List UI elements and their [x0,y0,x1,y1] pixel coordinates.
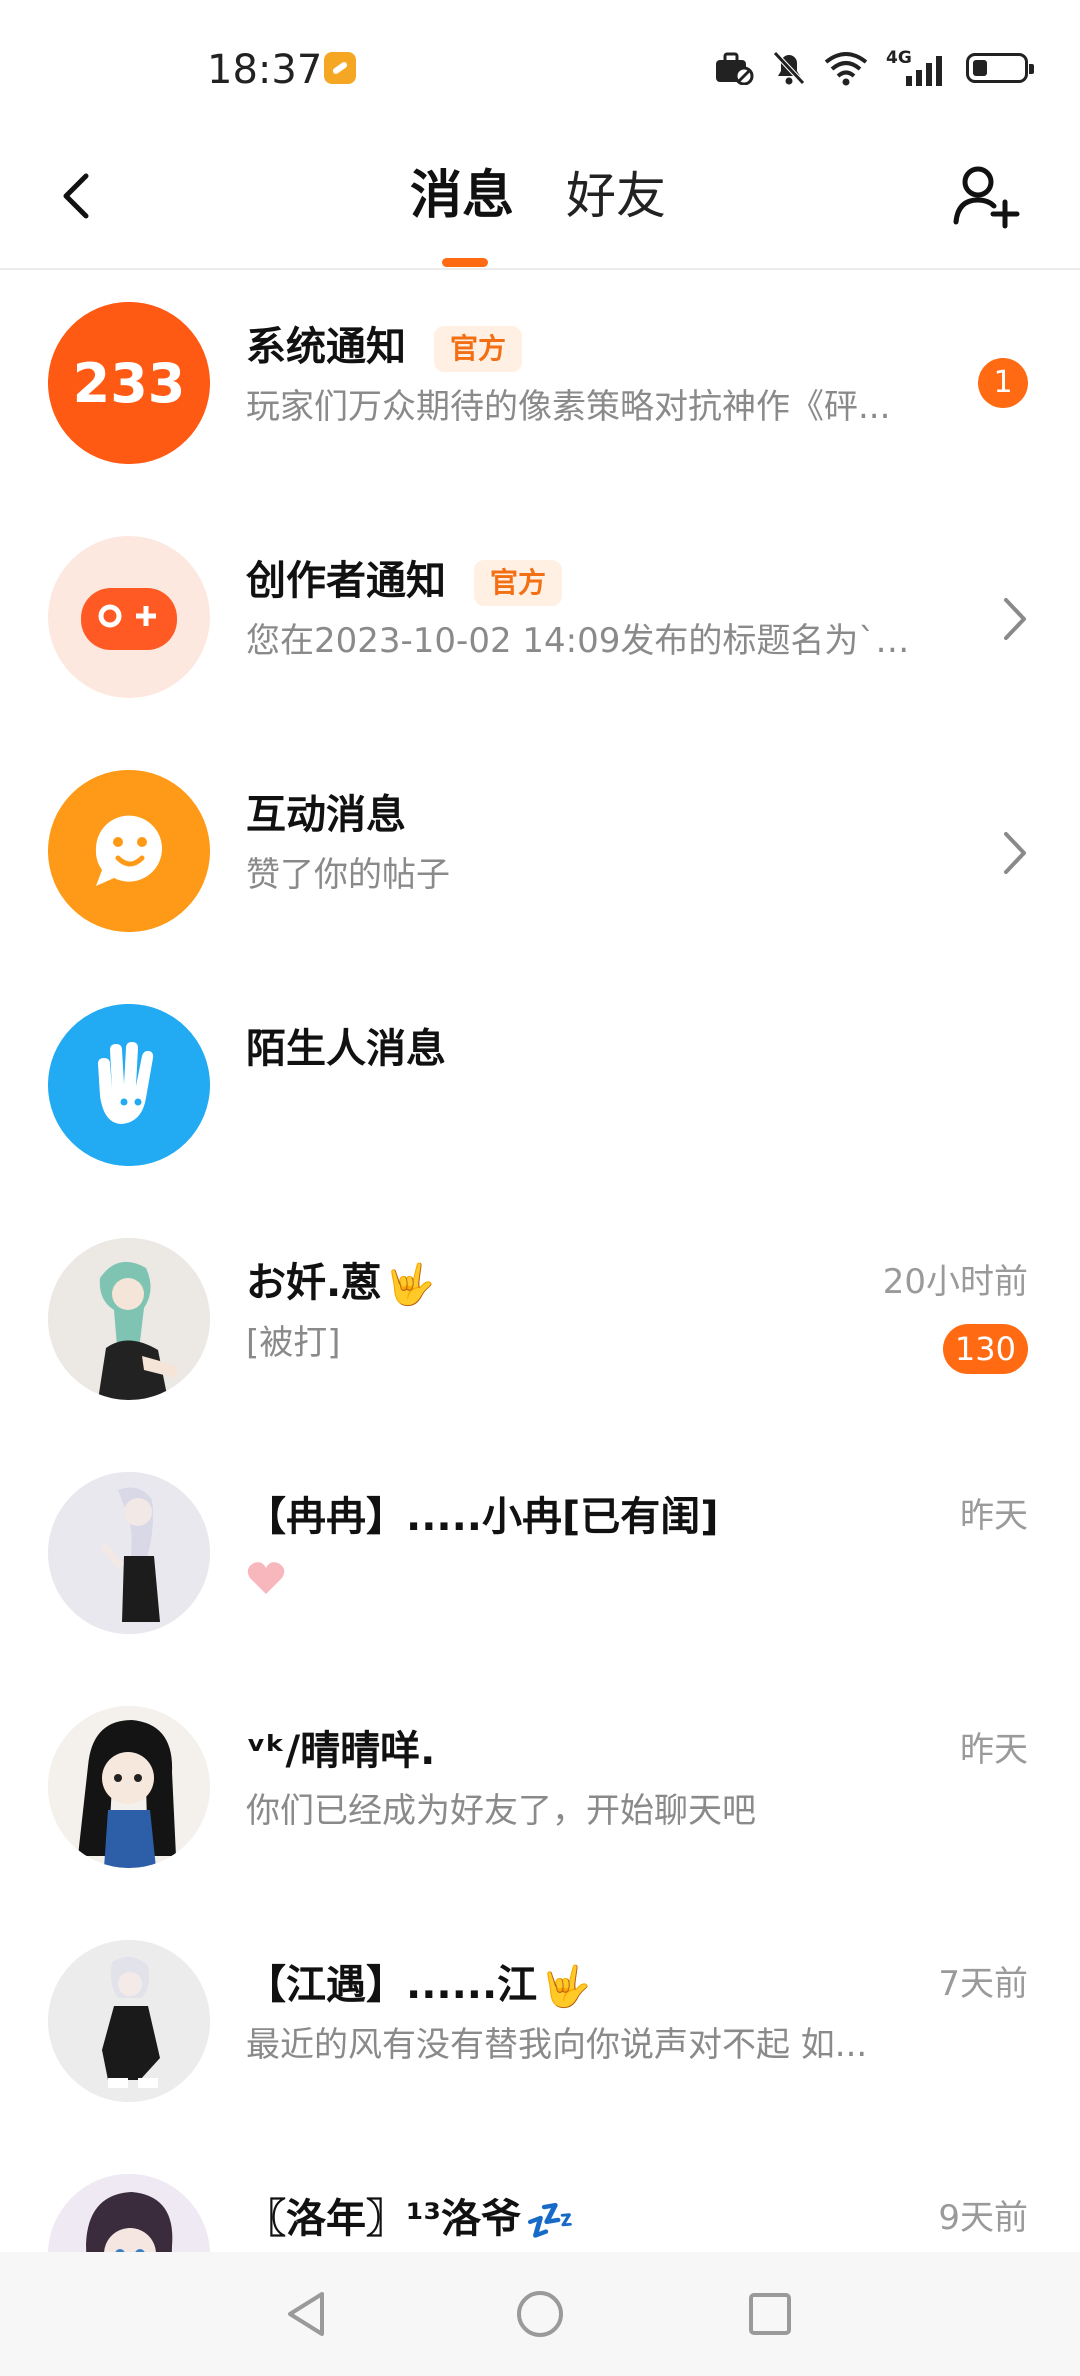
back-triangle-icon[interactable] [276,2282,340,2346]
message-title: 【江遇】......江 🤟 [246,1958,591,2014]
message-title: 陌生人消息 [246,1026,446,1072]
tab-messages[interactable]: 消息 [410,162,514,230]
message-preview: 您在2023-10-02 14:09发布的标题名为`简... [246,621,936,661]
official-badge: 官方 [474,560,563,606]
list-item-interactions[interactable]: 互动消息 赞了你的帖子 [0,736,1080,970]
message-title: ᵛᵏ/晴晴咩. [246,1728,436,1774]
unread-badge: 130 [942,1324,1028,1374]
wifi-icon [824,52,868,86]
heart-icon [247,1562,285,1594]
avatar [48,1238,210,1400]
signal-4g-icon: 4G [886,48,948,86]
avatar: 233 [48,302,210,464]
list-item-system-notice[interactable]: 233 系统通知 官方 玩家们万众期待的像素策略对抗神作《砰... 1 [0,268,1080,502]
message-preview: [被打] [246,1323,341,1363]
message-preview: 玩家们万众期待的像素策略对抗神作《砰... [246,387,891,427]
list-item-chat[interactable]: 【冉冉】.....小冉[已有闺] 昨天 [0,1438,1080,1672]
top-nav: 消息 好友 [0,140,1080,270]
home-circle-icon[interactable] [508,2282,572,2346]
bell-off-icon [773,51,805,85]
message-preview: 最近的风有没有替我向你说声对不起 如... [246,2025,868,2065]
message-title: 系统通知 官方 [246,320,523,374]
chevron-right-icon [1004,598,1026,640]
battery-icon [966,53,1034,83]
avatar-image [48,1940,210,2102]
official-badge: 官方 [434,326,523,372]
active-tab-indicator [442,258,488,267]
avatar-image [48,1706,210,1868]
message-title: 【冉冉】.....小冉[已有闺] [246,1494,719,1540]
avatar [48,2174,210,2252]
message-title: 〖洛年〗¹³洛爷 💤 [246,2192,575,2248]
avatar [48,1706,210,1868]
list-item-creator-notice[interactable]: 创作者通知 官方 您在2023-10-02 14:09发布的标题名为`简... [0,502,1080,736]
add-friend-icon[interactable] [950,160,1020,230]
waving-hand-icon [48,1004,210,1166]
message-time: 7天前 [938,1964,1028,2004]
avatar [48,536,210,698]
emoji: 🤟 [385,1262,436,1308]
unread-badge: 1 [978,358,1028,408]
message-title: お奷.蒽 🤟 [246,1256,435,1312]
chevron-right-icon [1004,832,1026,874]
svg-text:233: 233 [73,352,186,415]
avatar [48,1472,210,1634]
message-preview [246,1554,936,1608]
list-item-stranger-messages[interactable]: 陌生人消息 [0,970,1080,1204]
emoji: 💤 [525,2198,575,2244]
message-time: 20小时前 [882,1262,1028,1302]
avatar-image [48,1238,210,1400]
list-item-chat[interactable]: 〖洛年〗¹³洛爷 💤 9天前 [0,2140,1080,2252]
list-item-chat[interactable]: ᵛᵏ/晴晴咩. 你们已经成为好友了，开始聊天吧 昨天 [0,1672,1080,1906]
status-time: 18:37 [207,47,323,93]
briefcase-icon [716,52,754,85]
avatar-image [48,1472,210,1634]
message-preview: 赞了你的帖子 [246,855,450,895]
app-notification-icon [324,52,356,84]
recent-square-icon[interactable] [738,2282,802,2346]
avatar [48,1940,210,2102]
message-time: 昨天 [960,1496,1028,1536]
status-bar: 18:37 4G [0,0,1080,140]
system-icons: 4G [714,48,1034,88]
emoji: 🤟 [541,1964,591,2010]
back-button[interactable] [50,168,106,224]
message-preview: 你们已经成为好友了，开始聊天吧 [246,1791,756,1831]
message-time: 昨天 [960,1730,1028,1770]
tab-friends[interactable]: 好友 [566,162,666,230]
list-item-chat[interactable]: お奷.蒽 🤟 [被打] 20小时前 130 [0,1204,1080,1438]
list-item-chat[interactable]: 【江遇】......江 🤟 最近的风有没有替我向你说声对不起 如... 7天前 [0,1906,1080,2140]
avatar [48,1004,210,1166]
gamepad-icon [81,588,177,650]
233-logo-icon: 233 [48,302,210,464]
system-nav-bar [0,2252,1080,2376]
message-title: 互动消息 [246,792,406,838]
avatar-image [48,2174,210,2252]
message-time: 9天前 [938,2198,1028,2238]
chat-bubble-smile-icon [48,770,210,932]
message-title: 创作者通知 官方 [246,554,563,608]
avatar [48,770,210,932]
